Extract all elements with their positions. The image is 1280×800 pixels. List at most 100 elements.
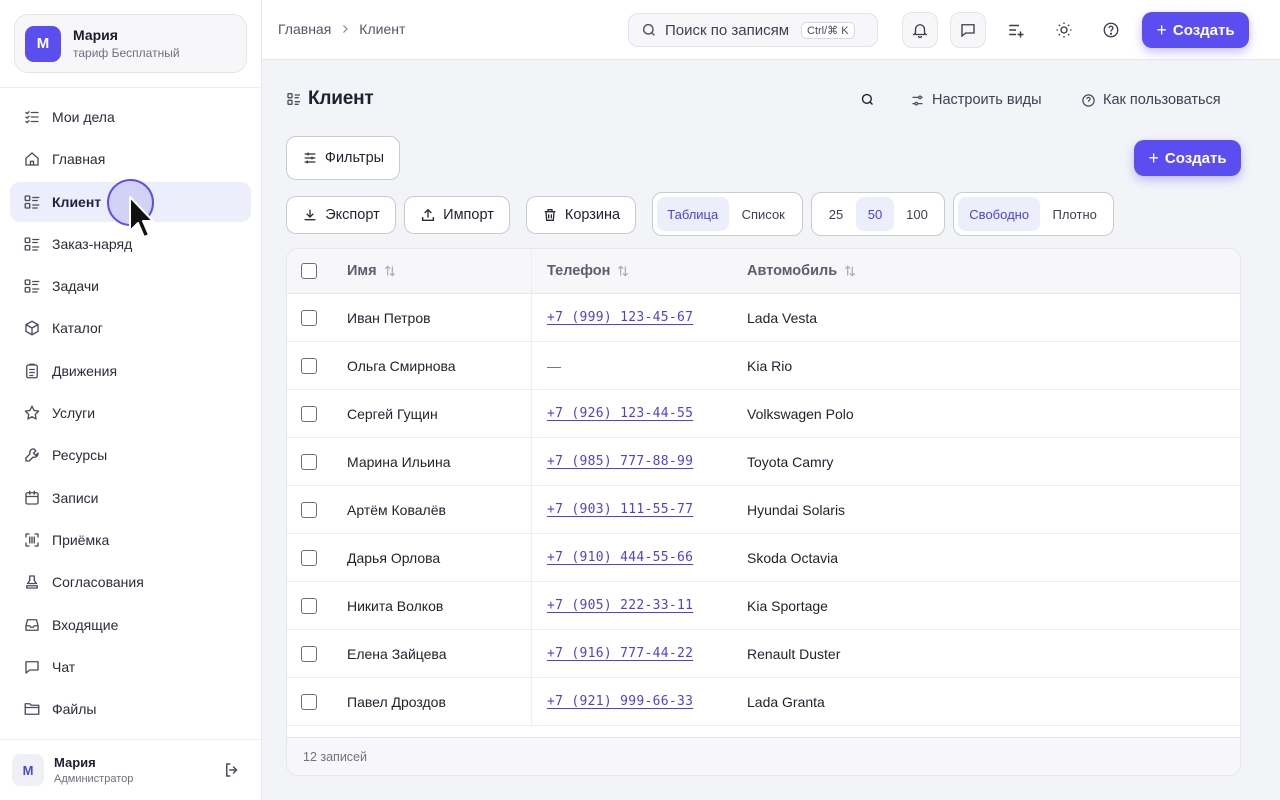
- user-avatar[interactable]: M: [12, 754, 44, 786]
- sidebar-item[interactable]: Файлы: [10, 689, 251, 729]
- select-all-checkbox[interactable]: [301, 263, 317, 279]
- configure-views-button[interactable]: Настроить виды: [910, 92, 1042, 108]
- column-car-label: Автомобиль: [747, 263, 838, 279]
- table-row[interactable]: Сергей Гущин +7 (926) 123-44-55 Volkswagen…: [287, 390, 1240, 438]
- search-input[interactable]: Поиск по записям Ctrl/⌘ K: [628, 13, 878, 47]
- row-checkbox[interactable]: [301, 501, 317, 518]
- row-checkbox[interactable]: [301, 357, 317, 374]
- sidebar-item[interactable]: Главная: [10, 139, 251, 179]
- trash-button[interactable]: Корзина: [526, 196, 636, 234]
- help-button[interactable]: [1093, 12, 1129, 48]
- row-checkbox[interactable]: [301, 453, 317, 470]
- column-header-car[interactable]: Автомобиль: [747, 249, 857, 293]
- row-checkbox[interactable]: [301, 645, 317, 662]
- column-header-name[interactable]: Имя: [347, 249, 397, 293]
- create-button-header[interactable]: + Создать: [1142, 12, 1249, 48]
- table-header: Имя Телефон Автомобиль: [287, 249, 1240, 294]
- client-phone[interactable]: +7 (903) 111-55-77: [547, 502, 693, 517]
- breadcrumb-home[interactable]: Главная: [278, 21, 331, 37]
- search-icon: [861, 93, 873, 105]
- column-divider: [531, 630, 532, 677]
- table-row[interactable]: Иван Петров +7 (999) 123-45-67 Lada Vesta: [287, 294, 1240, 342]
- page-size-100[interactable]: 100: [894, 197, 940, 231]
- sidebar-item[interactable]: Согласования: [10, 562, 251, 602]
- client-phone[interactable]: +7 (985) 777-88-99: [547, 454, 693, 469]
- density-compact[interactable]: Плотно: [1040, 197, 1109, 231]
- client-phone[interactable]: +7 (910) 444-55-66: [547, 550, 693, 565]
- table-row[interactable]: Елена Зайцева +7 (916) 777-44-22 Renault D…: [287, 630, 1240, 678]
- sidebar-item-label: Задачи: [52, 278, 100, 295]
- notifications-button[interactable]: [902, 12, 938, 48]
- table-row[interactable]: Никита Волков +7 (905) 222-33-11 Kia Sport…: [287, 582, 1240, 630]
- sidebar-item[interactable]: Приёмка: [10, 520, 251, 560]
- sidebar-item[interactable]: Движения: [10, 351, 251, 391]
- table-footer: 12 записей: [287, 737, 1240, 775]
- client-phone[interactable]: +7 (905) 222-33-11: [547, 598, 693, 613]
- sidebar-item-label: Каталог: [52, 320, 103, 337]
- row-checkbox[interactable]: [301, 309, 317, 326]
- client-phone[interactable]: +7 (921) 999-66-33: [547, 694, 693, 709]
- logout-icon[interactable]: [223, 761, 241, 779]
- sidebar-item[interactable]: Ресурсы: [10, 435, 251, 475]
- client-phone[interactable]: +7 (999) 123-45-67: [547, 310, 693, 325]
- how-to-use-button[interactable]: Как пользоваться: [1081, 92, 1221, 108]
- filters-button[interactable]: Фильтры: [286, 136, 400, 180]
- sidebar-item[interactable]: Услуги: [10, 393, 251, 433]
- row-checkbox[interactable]: [301, 405, 317, 422]
- sidebar-item[interactable]: Задачи: [10, 266, 251, 306]
- density-loose[interactable]: Свободно: [958, 197, 1041, 231]
- column-divider: [531, 342, 532, 389]
- create-button[interactable]: + Создать: [1134, 140, 1241, 176]
- row-checkbox[interactable]: [301, 597, 317, 614]
- client-phone: —: [547, 357, 561, 374]
- page-title-row: Клиент: [286, 88, 374, 110]
- page-search-button[interactable]: [860, 92, 875, 107]
- checklist-icon: [23, 108, 41, 126]
- sidebar-item[interactable]: Чат: [10, 647, 251, 687]
- list-icon: [286, 91, 302, 107]
- folder-icon: [23, 700, 41, 718]
- row-checkbox[interactable]: [301, 549, 317, 566]
- sidebar-item[interactable]: Входящие: [10, 605, 251, 645]
- table-row[interactable]: Дарья Орлова +7 (910) 444-55-66 Skoda Octa…: [287, 534, 1240, 582]
- create-label: Создать: [1172, 21, 1235, 39]
- sidebar-item-label: Ресурсы: [52, 447, 108, 464]
- client-phone[interactable]: +7 (916) 777-44-22: [547, 646, 693, 661]
- sidebar-item[interactable]: Записи: [10, 478, 251, 518]
- row-checkbox[interactable]: [301, 693, 317, 710]
- theme-toggle-button[interactable]: [1046, 12, 1082, 48]
- client-phone[interactable]: +7 (926) 123-44-55: [547, 406, 693, 421]
- density-toggle: Свободно Плотно: [953, 192, 1114, 236]
- breadcrumb: Главная Клиент: [278, 21, 405, 37]
- add-list-button[interactable]: [998, 12, 1034, 48]
- table-row[interactable]: Артём Ковалёв +7 (903) 111-55-77 Hyundai S…: [287, 486, 1240, 534]
- help-icon: [1082, 93, 1095, 107]
- table-row[interactable]: Ольга Смирнова — Kia Rio: [287, 342, 1240, 390]
- table-row[interactable]: Марина Ильина +7 (985) 777-88-99 Toyota Ca…: [287, 438, 1240, 486]
- column-header-phone[interactable]: Телефон: [547, 249, 630, 293]
- sidebar-item[interactable]: Каталог: [10, 308, 251, 348]
- list-icon: [23, 277, 41, 295]
- home-icon: [23, 150, 41, 168]
- client-car: Volkswagen Polo: [747, 405, 854, 422]
- import-button[interactable]: Импорт: [404, 196, 510, 234]
- search-shortcut: Ctrl/⌘ K: [801, 21, 855, 39]
- view-mode-table[interactable]: Таблица: [657, 197, 729, 231]
- page-size-toggle: 25 50 100: [811, 192, 945, 236]
- breadcrumb-current: Клиент: [359, 21, 406, 37]
- page-size-50[interactable]: 50: [856, 197, 894, 231]
- page-size-25[interactable]: 25: [816, 197, 856, 231]
- table-row[interactable]: Павел Дроздов +7 (921) 999-66-33 Lada Gran…: [287, 678, 1240, 726]
- client-name: Елена Зайцева: [347, 645, 447, 662]
- client-car: Lada Granta: [747, 693, 825, 710]
- messages-button[interactable]: [950, 12, 986, 48]
- stamp-icon: [23, 573, 41, 591]
- star-icon: [23, 404, 41, 422]
- export-button[interactable]: Экспорт: [286, 196, 396, 234]
- sidebar-item[interactable]: Мои дела: [10, 97, 251, 137]
- sidebar-divider: [0, 87, 261, 88]
- column-name-label: Имя: [347, 263, 377, 279]
- view-mode-list[interactable]: Список: [729, 197, 799, 231]
- workspace-switcher[interactable]: M Мария тариф Бесплатный: [14, 14, 247, 73]
- download-icon: [304, 209, 316, 221]
